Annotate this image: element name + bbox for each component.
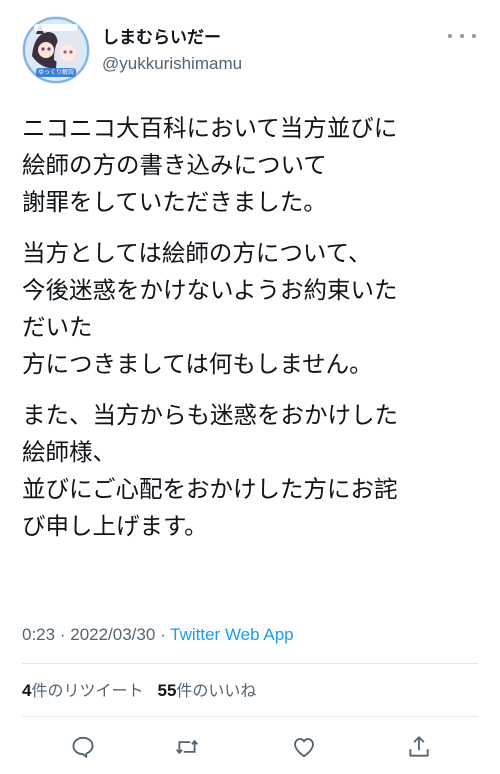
- avatar-badge-text: ゆっくり解説: [38, 69, 74, 76]
- divider: [22, 663, 478, 664]
- tweet-text-line: 今後迷惑をかけないようお約束いた: [22, 276, 398, 304]
- more-options-icon[interactable]: [448, 26, 476, 46]
- tweet-source-link[interactable]: Twitter Web App: [170, 625, 293, 644]
- like-icon: [294, 738, 314, 758]
- tweet-text-line: 方につきましては何もしません。: [22, 350, 373, 378]
- tweet-text-line: 絵師様、: [22, 438, 116, 466]
- reply-button[interactable]: [66, 730, 100, 764]
- retweet-count-link[interactable]: 4件のリツイート: [22, 681, 143, 700]
- tweet-stats: 4件のリツイート 55件のいいね: [22, 680, 256, 702]
- like-count-label: 件のいいね: [176, 681, 257, 700]
- tweet-text-line: 並びにご心配をおかけした方にお詫: [22, 475, 398, 503]
- divider: [22, 716, 478, 717]
- like-button[interactable]: [287, 730, 321, 764]
- display-name[interactable]: しまむらいだー: [102, 28, 221, 48]
- tweet-text-line: また、当方からも迷惑をおかけした: [22, 401, 398, 429]
- tweet-meta: 0:23 · 2022/03/30 · Twitter Web App: [22, 624, 294, 646]
- tweet-paragraph: 当方としては絵師の方について、 今後迷惑をかけないようお約束いた だいた 方につ…: [22, 235, 478, 383]
- tweet-text-line: だいた: [22, 313, 93, 341]
- tweet-paragraph: ニコニコ大百科において当方並びに 絵師の方の書き込みについて 謝罪をしていただき…: [22, 110, 478, 221]
- user-handle[interactable]: @yukkurishimamu: [102, 54, 242, 74]
- meta-separator: ·: [160, 625, 166, 644]
- share-icon: [409, 736, 429, 757]
- share-button[interactable]: [402, 730, 436, 764]
- like-count: 55: [157, 681, 177, 700]
- tweet-actions: [22, 730, 478, 764]
- tweet-text-line: び申し上げます。: [22, 512, 208, 540]
- retweet-count-label: 件のリツイート: [31, 681, 144, 700]
- tweet-time[interactable]: 0:23: [22, 625, 55, 644]
- tweet-text-line: 当方としては絵師の方について、: [22, 239, 372, 267]
- tweet-text: ニコニコ大百科において当方並びに 絵師の方の書き込みについて 謝罪をしていただき…: [22, 110, 478, 559]
- tweet-header: ゆっくり解説 しまむらいだー @yukkurishimamu: [22, 16, 478, 86]
- tweet-text-line: 絵師の方の書き込みについて: [22, 151, 327, 179]
- tweet-paragraph: また、当方からも迷惑をおかけした 絵師様、 並びにご心配をおかけした方にお詫 び…: [22, 397, 478, 545]
- tweet-date[interactable]: 2022/03/30: [70, 625, 155, 644]
- like-count-link[interactable]: 55件のいいね: [157, 681, 256, 700]
- tweet-text-line: 謝罪をしていただきました。: [22, 188, 327, 216]
- retweet-icon: [176, 740, 198, 754]
- retweet-button[interactable]: [170, 730, 204, 764]
- tweet-detail: ゆっくり解説 しまむらいだー @yukkurishimamu ニコニコ大百科にお…: [0, 0, 500, 774]
- tweet-text-line: ニコニコ大百科において当方並びに: [22, 114, 398, 142]
- meta-separator: ·: [59, 625, 66, 644]
- avatar[interactable]: ゆっくり解説: [22, 16, 90, 84]
- reply-icon: [72, 736, 94, 758]
